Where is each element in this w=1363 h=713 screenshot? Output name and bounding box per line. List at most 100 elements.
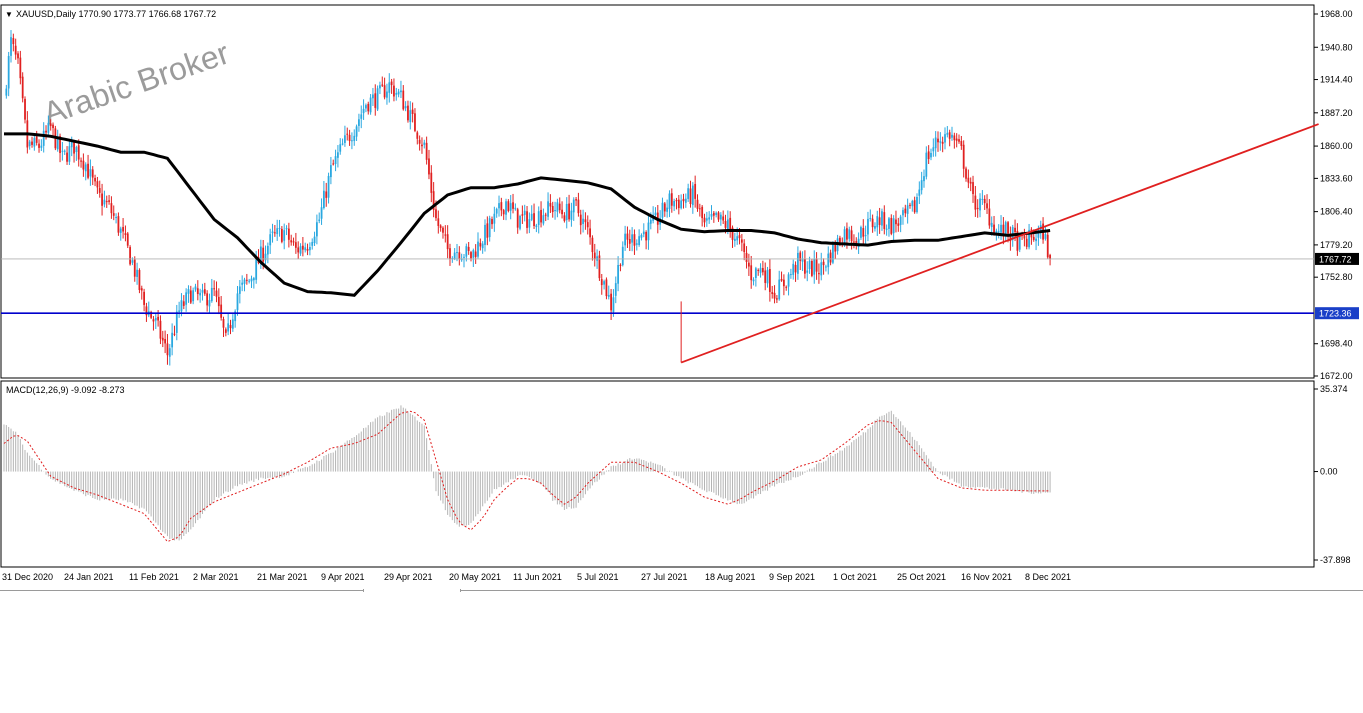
candle-body <box>369 97 372 113</box>
candle-body <box>238 286 241 294</box>
candle-body <box>231 319 234 329</box>
candle-body <box>825 266 827 268</box>
candle-body <box>761 268 764 273</box>
candle-body <box>327 175 330 198</box>
candle-body <box>351 140 353 142</box>
candle-body <box>537 211 540 225</box>
candle-body <box>874 225 876 229</box>
candle-body <box>491 219 493 225</box>
candle-body <box>397 91 400 95</box>
candle-body <box>885 228 888 230</box>
candle-body <box>318 219 321 221</box>
candle-body <box>502 210 505 215</box>
candle-body <box>395 92 398 95</box>
candle-body <box>663 203 666 212</box>
candle-body <box>698 208 701 210</box>
candle-body <box>705 218 708 221</box>
candle-body <box>33 138 36 147</box>
candle-body <box>633 234 636 246</box>
candle-body <box>479 242 482 247</box>
candle-body <box>481 243 484 249</box>
candle-body <box>89 169 92 177</box>
candle-body <box>449 248 451 259</box>
candle-body <box>988 208 991 226</box>
candle-body <box>353 135 356 141</box>
candle-body <box>222 319 225 328</box>
candle-body <box>229 325 232 329</box>
candle-body <box>869 217 872 219</box>
symbol-menu-icon[interactable]: ▼ <box>5 10 13 19</box>
candle-body <box>486 223 489 238</box>
candle-body <box>168 348 171 357</box>
candle-body <box>724 220 727 228</box>
candle-body <box>278 227 281 229</box>
y-tick-label: 1860.00 <box>1320 141 1353 151</box>
candle-body <box>386 91 388 98</box>
candle-body <box>131 260 134 263</box>
candle-body <box>969 181 972 184</box>
candle-body <box>974 195 977 210</box>
candle-body <box>294 242 297 248</box>
candle-body <box>166 343 169 356</box>
x-tick-label: 29 Apr 2021 <box>384 572 433 582</box>
candle-body <box>493 213 496 224</box>
candle-body <box>878 217 881 225</box>
bottom-tab[interactable] <box>363 589 461 592</box>
candle-body <box>383 85 386 98</box>
candle-body <box>955 138 958 141</box>
support-price-tag-label: 1723.36 <box>1319 309 1352 319</box>
candle-body <box>428 158 430 175</box>
candle-body <box>24 98 26 120</box>
candle-body <box>94 177 96 182</box>
candle-body <box>437 218 440 226</box>
candle-body <box>283 230 286 241</box>
candle-body <box>171 332 174 348</box>
candle-body <box>990 222 993 228</box>
candle-body <box>895 219 897 225</box>
candle-body <box>192 290 195 302</box>
candle-body <box>292 241 295 243</box>
candle-body <box>38 143 40 148</box>
x-tick-label: 11 Jun 2021 <box>513 572 562 582</box>
candle-body <box>579 214 582 226</box>
candle-body <box>801 259 804 262</box>
candle-body <box>372 94 374 99</box>
x-tick-label: 16 Nov 2021 <box>961 572 1012 582</box>
candle-body <box>689 188 692 204</box>
candle-body <box>80 160 82 162</box>
candle-body <box>269 234 272 246</box>
candle-body <box>271 231 274 234</box>
candle-body <box>112 213 115 216</box>
candle-body <box>797 252 799 274</box>
candle-body <box>12 38 15 45</box>
candle-body <box>850 230 853 242</box>
candle-body <box>21 76 24 99</box>
candle-body <box>224 329 227 333</box>
candle-body <box>252 278 255 281</box>
candle-body <box>47 122 50 133</box>
candle-body <box>287 228 290 240</box>
candle-body <box>339 144 342 152</box>
candle-body <box>154 317 157 321</box>
candle-body <box>425 142 428 160</box>
y-tick-label: 1806.40 <box>1320 207 1353 217</box>
candle-body <box>189 290 192 303</box>
candle-body <box>301 245 304 250</box>
candle-body <box>381 84 384 86</box>
candle-body <box>965 168 967 179</box>
candle-body <box>593 252 596 260</box>
candle-body <box>96 181 99 188</box>
y-tick-label: 1914.40 <box>1320 75 1353 85</box>
candle-body <box>273 232 276 234</box>
candle-body <box>14 45 17 55</box>
candle-body <box>853 241 855 243</box>
candle-body <box>526 211 528 228</box>
candle-body <box>846 228 848 240</box>
candle-body <box>344 135 346 143</box>
candle-body <box>750 265 753 281</box>
candle-body <box>334 156 337 164</box>
candle-body <box>68 146 71 162</box>
candle-body <box>1023 235 1026 239</box>
candle-body <box>5 88 8 96</box>
candle-body <box>687 188 690 199</box>
